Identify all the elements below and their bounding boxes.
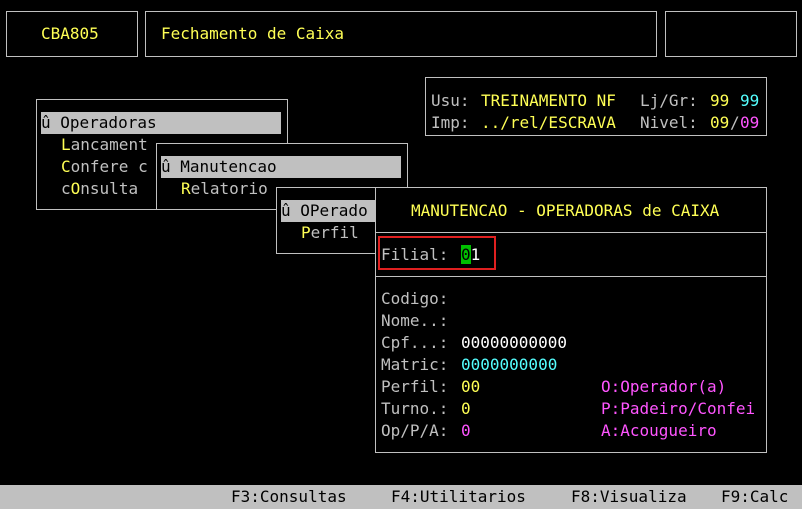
- menu-item-confere-label: onfere c: [70, 157, 148, 176]
- f4-utilitarios-key[interactable]: F4:Utilitarios: [391, 486, 526, 508]
- filial-cursor: 0: [461, 245, 471, 264]
- group-value: 99: [740, 91, 760, 110]
- title-divider: [376, 232, 766, 233]
- filial-label: Filial:: [381, 245, 449, 264]
- header-right-box: [665, 11, 797, 57]
- f9-calc-key[interactable]: F9:Calc: [721, 486, 788, 508]
- menu-item-perfil[interactable]: Perfil: [301, 222, 359, 244]
- turno-label: Turno.:: [381, 399, 449, 418]
- user-label: Usu:: [431, 91, 470, 110]
- turno-field[interactable]: 0: [461, 398, 471, 420]
- hotkey-p: P: [301, 223, 311, 242]
- screen-title: Fechamento de Caixa: [161, 24, 345, 43]
- menu-item-relatorio[interactable]: Relatorio: [181, 178, 268, 200]
- legend-operador: O:Operador(a): [601, 377, 727, 396]
- program-code-box: CBA805: [6, 11, 138, 57]
- level-value-b: 09: [740, 113, 760, 132]
- level-label: Nivel:: [640, 113, 698, 132]
- printer-label: Imp:: [431, 113, 470, 132]
- menu-item-perfil-label: erfil: [310, 223, 359, 242]
- opa-field[interactable]: 0: [461, 420, 471, 442]
- nome-label: Nome..:: [381, 311, 449, 330]
- hotkey-r: R: [181, 179, 191, 198]
- legend-acougueiro: A:Acougueiro: [601, 421, 717, 440]
- f8-visualiza-key[interactable]: F8:Visualiza: [571, 486, 687, 508]
- program-code: CBA805: [41, 24, 99, 43]
- filial-input[interactable]: 01: [461, 244, 480, 266]
- filial-divider: [376, 276, 766, 277]
- printer-value: ../rel/ESCRAVA: [481, 113, 616, 132]
- f3-consultas-key[interactable]: F3:Consultas: [231, 486, 347, 508]
- store-group-label: Lj/Gr:: [640, 91, 698, 110]
- menu-item-lancamento-label: ancament: [70, 135, 148, 154]
- store-value: 99: [710, 91, 730, 110]
- function-key-bar: F3:Consultas F4:Utilitarios F8:Visualiza…: [0, 485, 802, 509]
- menu-item-confere[interactable]: Confere c: [61, 156, 148, 178]
- opa-label: Op/P/A:: [381, 421, 449, 440]
- legend-padeiro: P:Padeiro/Confei: [601, 399, 756, 418]
- hotkey-l: L: [61, 135, 71, 154]
- perfil-label: Perfil:: [381, 377, 449, 396]
- menu-item-consulta-label: nsulta: [80, 179, 139, 198]
- matric-label: Matric:: [381, 355, 449, 374]
- hotkey-c: C: [61, 157, 71, 176]
- matric-field[interactable]: 0000000000: [461, 354, 557, 376]
- menu-item-relatorio-label: elatorio: [190, 179, 268, 198]
- user-value: TREINAMENTO NF: [481, 91, 616, 110]
- level-separator: /: [730, 113, 740, 132]
- menu-item-lancamento[interactable]: Lancament: [61, 134, 148, 156]
- menu-item-manutencao[interactable]: û Manutencao: [161, 156, 401, 178]
- menu-item-operadoras[interactable]: û Operadoras: [41, 112, 281, 134]
- cpf-field[interactable]: 00000000000: [461, 332, 567, 354]
- form-title: MANUTENCAO - OPERADORAS de CAIXA: [411, 201, 720, 220]
- menu-item-consulta[interactable]: cOnsulta: [61, 178, 138, 200]
- level-value-a: 09: [710, 113, 730, 132]
- session-info-box: Usu: TREINAMENTO NF Lj/Gr: 99 99 Imp: ..…: [425, 77, 767, 136]
- menu-item-consulta-prefix: c: [61, 179, 71, 198]
- menu-item-operador[interactable]: û OPerado: [281, 200, 381, 222]
- hotkey-o: O: [70, 179, 81, 198]
- cpf-label: Cpf...:: [381, 333, 449, 352]
- screen-title-box: Fechamento de Caixa: [145, 11, 657, 57]
- form-window: MANUTENCAO - OPERADORAS de CAIXA Filial:…: [375, 187, 767, 453]
- codigo-label: Codigo:: [381, 289, 449, 308]
- perfil-field[interactable]: 00: [461, 376, 480, 398]
- filial-value: 1: [470, 245, 481, 264]
